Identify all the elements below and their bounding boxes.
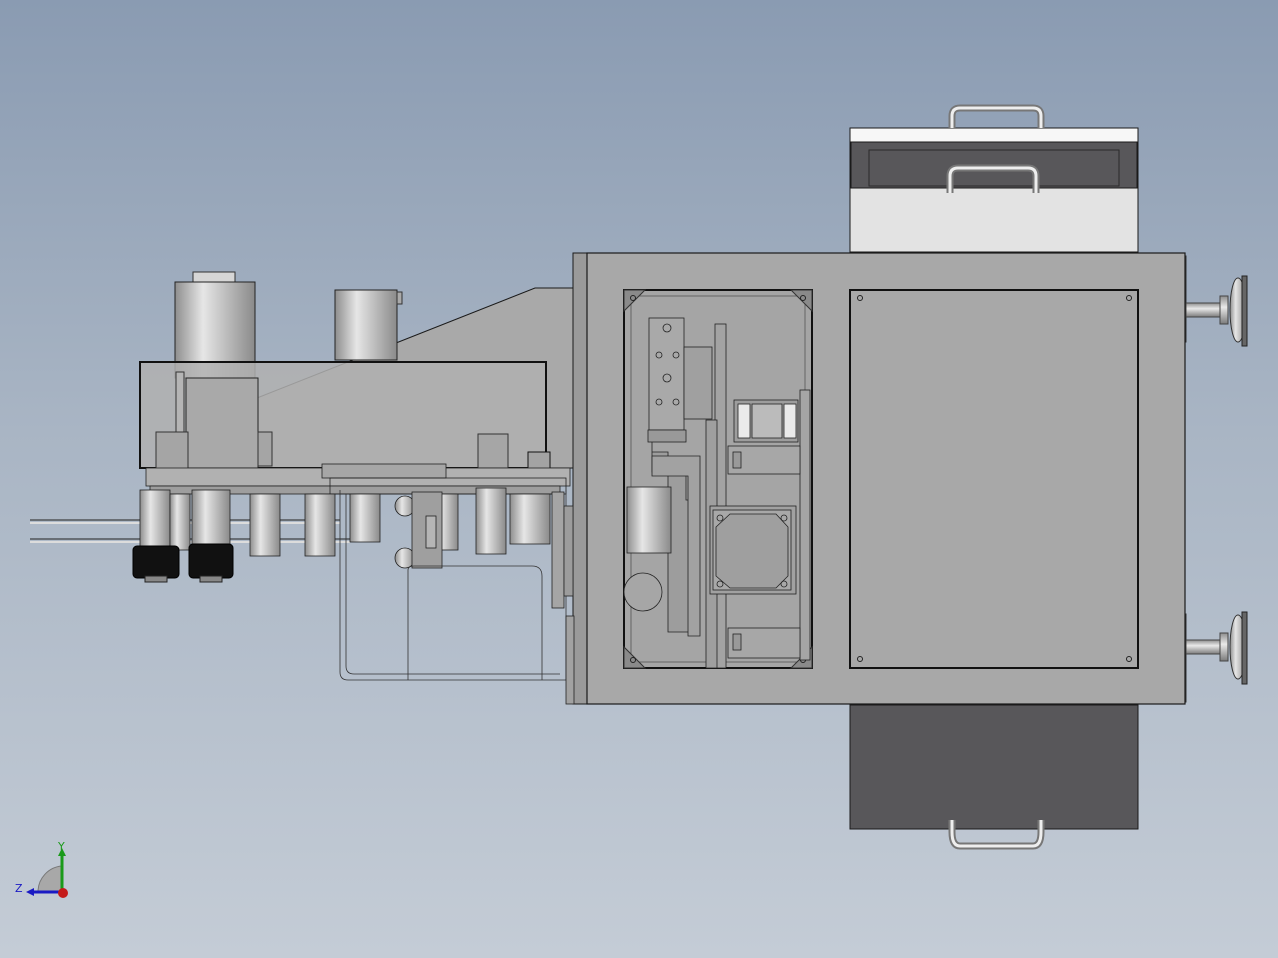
triad-z-label: Z bbox=[15, 882, 23, 895]
side-plate bbox=[551, 491, 575, 705]
cabinet-cover-panel[interactable] bbox=[849, 289, 1139, 669]
transparent-cover[interactable] bbox=[139, 361, 551, 471]
leveling-foot-bottom bbox=[1177, 611, 1248, 703]
cad-viewport[interactable]: Y Z bbox=[0, 0, 1278, 958]
small-motor bbox=[334, 289, 403, 361]
model-view[interactable]: Y Z bbox=[0, 0, 1278, 958]
top-drawer-handle[interactable] bbox=[948, 104, 1045, 128]
bottom-drawer[interactable] bbox=[849, 704, 1139, 850]
cabinet-window-panel[interactable] bbox=[623, 289, 813, 669]
triad-y-label: Y bbox=[57, 840, 65, 853]
coordinate-triad: Y Z bbox=[15, 840, 68, 898]
top-drawer[interactable] bbox=[849, 104, 1139, 253]
main-cabinet[interactable] bbox=[572, 252, 1186, 705]
clamp-block bbox=[394, 491, 443, 569]
leveling-foot-top bbox=[1177, 255, 1248, 347]
